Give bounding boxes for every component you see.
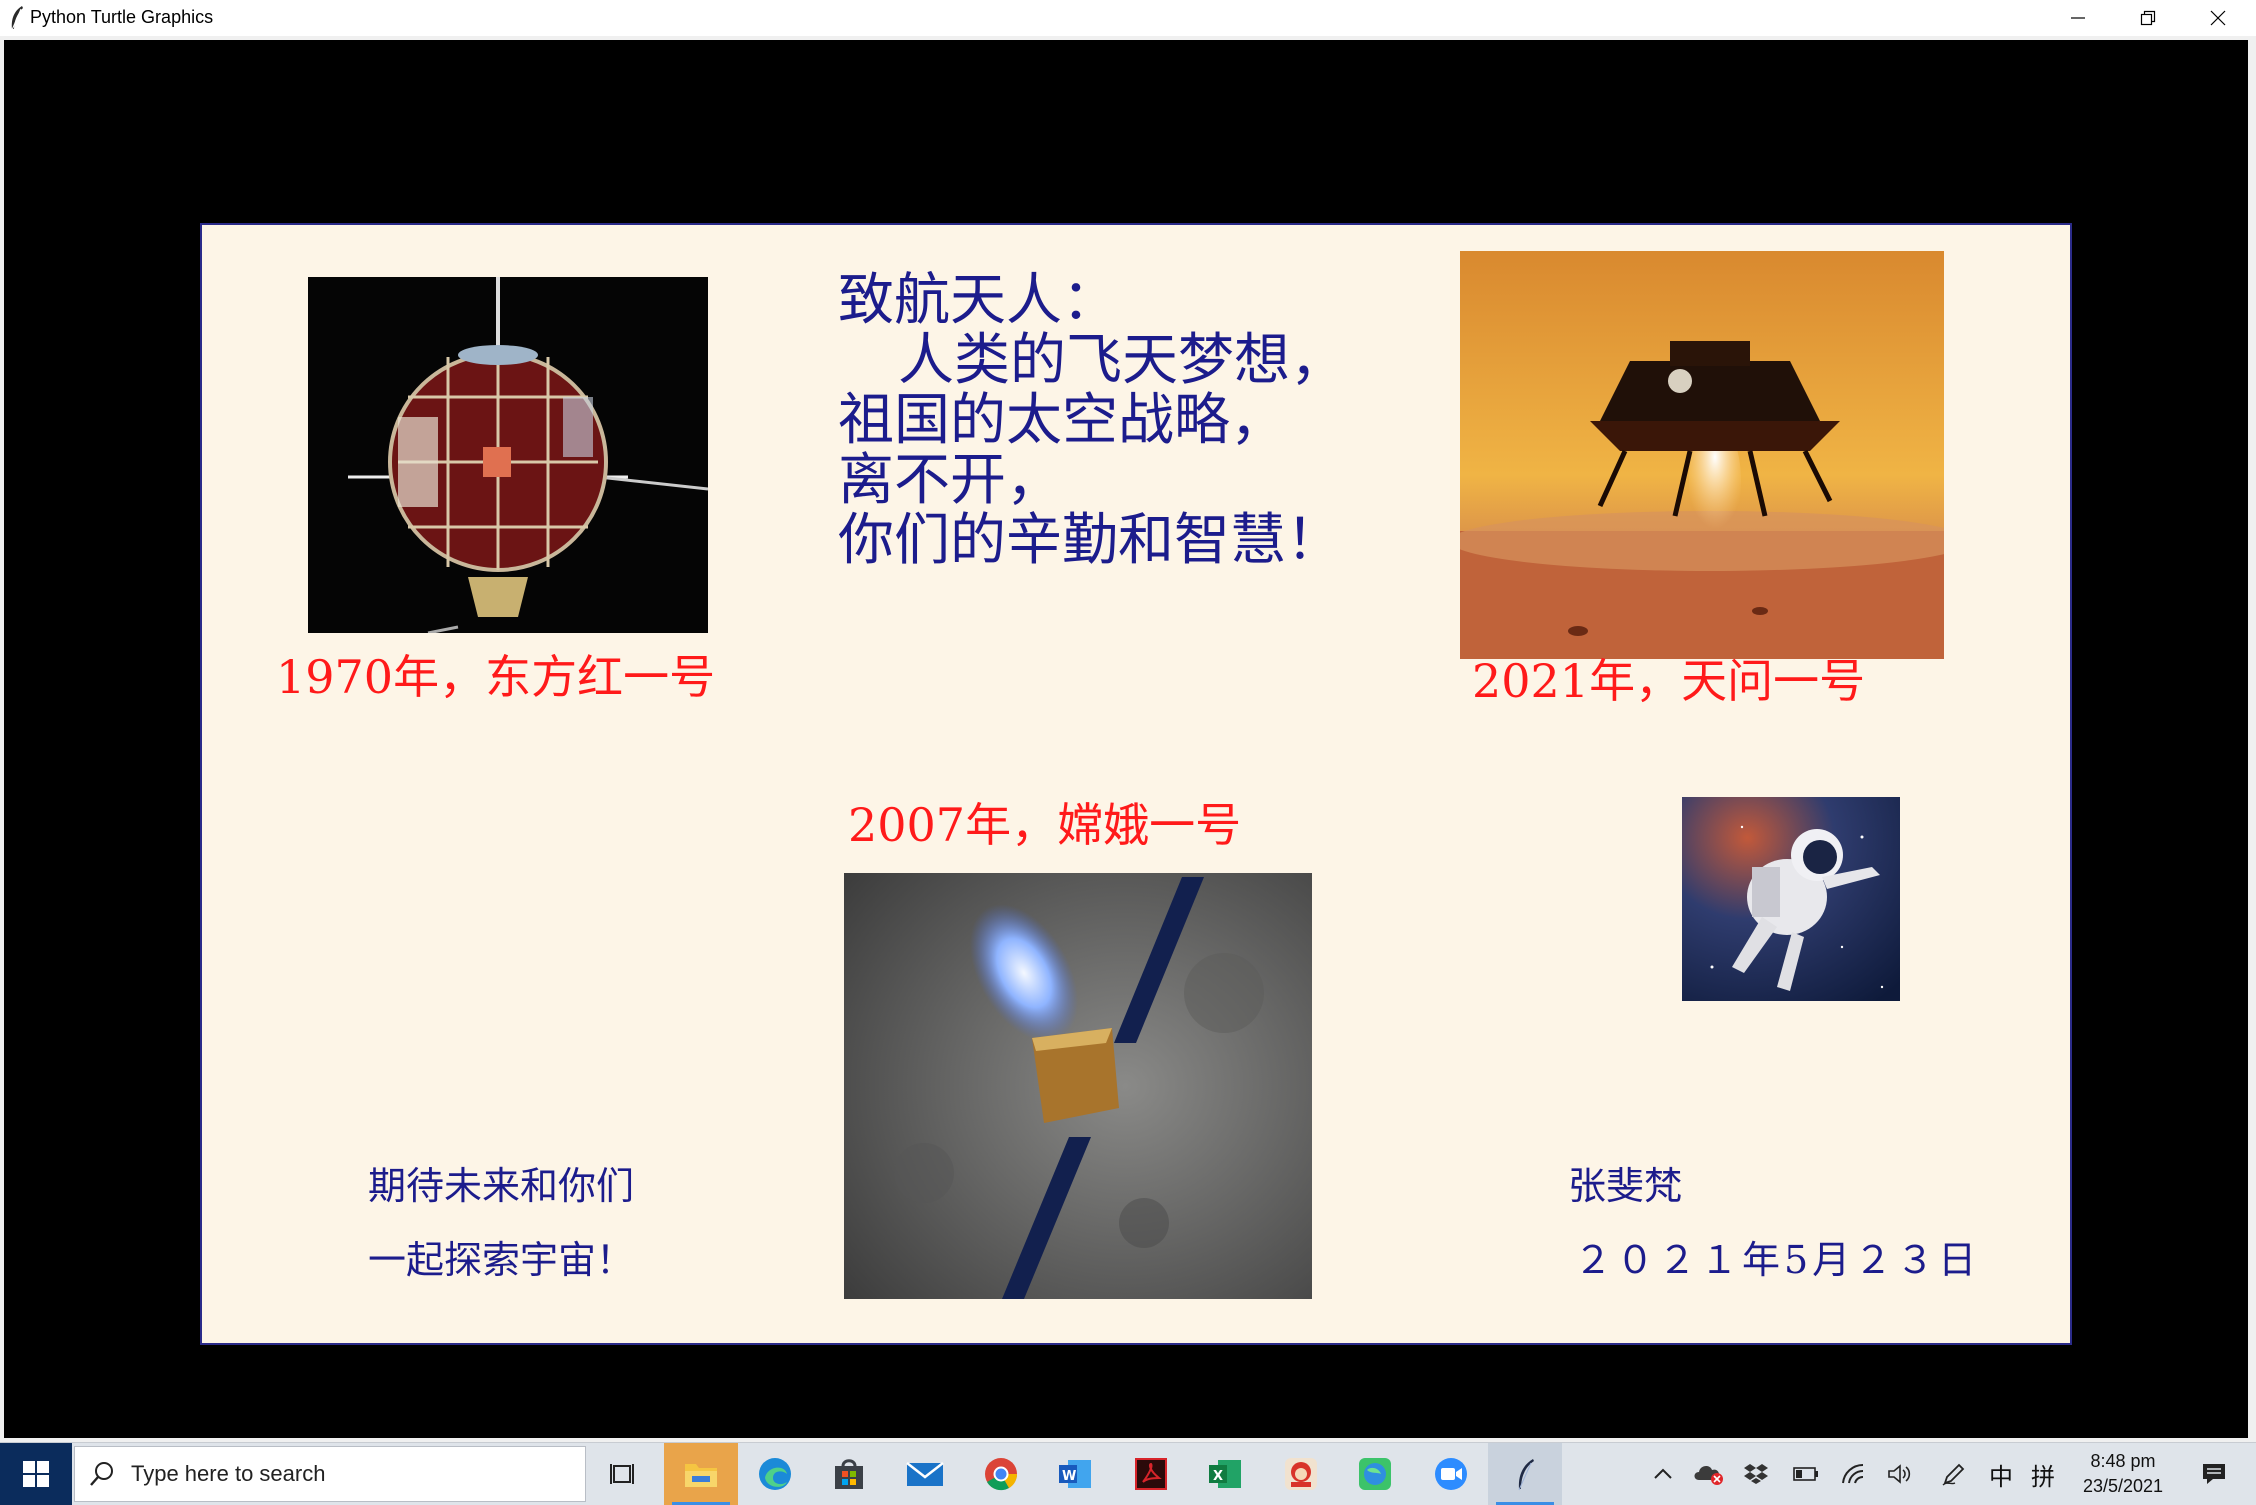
close-icon — [2210, 10, 2226, 26]
edge-icon — [759, 1458, 791, 1490]
notification-icon — [2203, 1464, 2225, 1484]
restore-button[interactable] — [2114, 0, 2182, 36]
store-button[interactable] — [812, 1443, 886, 1505]
cloud-error-icon — [1694, 1466, 1723, 1485]
ime-mode-label: 拼 — [2031, 1462, 2055, 1491]
ime-language-label: 中 — [1989, 1462, 2013, 1491]
python-turtle-icon — [1518, 1459, 1534, 1491]
wifi-icon — [1842, 1463, 1864, 1484]
wifi-tray[interactable] — [1836, 1443, 1872, 1505]
signature-date: ２０２１年5月２３日 — [1574, 1238, 1981, 1282]
poem-line-1: 致航天人： — [838, 268, 1118, 333]
action-center-button[interactable] — [2188, 1443, 2240, 1505]
task-view-button[interactable] — [586, 1443, 660, 1505]
windows-logo-icon — [23, 1461, 49, 1487]
svg-text:W: W — [1062, 1469, 1076, 1484]
restore-icon — [2140, 10, 2156, 26]
file-explorer-icon — [685, 1464, 717, 1487]
acrobat-icon — [1135, 1458, 1167, 1490]
author-name: 张斐梵 — [1568, 1164, 1683, 1208]
search-icon — [90, 1462, 113, 1486]
store-icon — [835, 1459, 863, 1489]
poem-block: 致航天人： 人类的飞天梦想， 祖国的太空战略， 离不开， 你们的辛勤和智慧！ — [838, 271, 1346, 571]
maps-button[interactable] — [1338, 1443, 1412, 1505]
caption-change: 2007年，嫦娥一号 — [848, 798, 1242, 852]
zoom-icon — [1435, 1458, 1467, 1490]
maps-icon — [1359, 1458, 1391, 1490]
pen-icon — [1942, 1463, 1965, 1486]
window-title: Python Turtle Graphics — [30, 7, 214, 27]
clock-date: 23/5/2021 — [2082, 1476, 2164, 1496]
ime-mode-indicator[interactable]: 拼 — [2026, 1443, 2060, 1505]
word-icon: W — [1059, 1460, 1091, 1488]
poem-line-5: 你们的辛勤和智慧！ — [838, 508, 1342, 573]
mail-button[interactable] — [888, 1443, 962, 1505]
dropbox-icon — [1744, 1464, 1768, 1484]
edge-button[interactable] — [738, 1443, 812, 1505]
window-title-bar[interactable]: Python Turtle Graphics — [0, 0, 2256, 36]
caption-dongfanghong: 1970年，东方红一号 — [276, 650, 716, 704]
taskbar-search-box[interactable]: Type here to search — [74, 1446, 586, 1502]
python-turtle-button[interactable] — [1488, 1443, 1562, 1505]
feather-icon — [8, 5, 26, 31]
word-button[interactable]: W — [1038, 1443, 1112, 1505]
show-hidden-icons-button[interactable] — [1646, 1443, 1680, 1505]
start-button[interactable] — [0, 1443, 72, 1505]
battery-tray[interactable] — [1788, 1443, 1824, 1505]
battery-icon — [1793, 1467, 1818, 1481]
ime-language-indicator[interactable]: 中 — [1984, 1443, 2018, 1505]
file-explorer-button[interactable] — [664, 1443, 738, 1505]
game-button[interactable] — [1264, 1443, 1338, 1505]
poem-line-2: 人类的飞天梦想， — [898, 328, 1346, 393]
speaker-icon — [1888, 1464, 1911, 1484]
pen-tray[interactable] — [1936, 1443, 1972, 1505]
clock-time: 8:48 pm — [2090, 1451, 2156, 1471]
minimize-button[interactable] — [2044, 0, 2112, 36]
poem-line-3: 祖国的太空战略， — [838, 388, 1286, 453]
task-view-icon — [610, 1464, 634, 1484]
change-satellite-image — [844, 873, 1312, 1299]
closing-line-1: 期待未来和你们 — [368, 1164, 635, 1208]
minimize-icon — [2071, 17, 2085, 19]
caption-tianwen: 2021年，天问一号 — [1472, 654, 1866, 708]
close-button[interactable] — [2184, 0, 2252, 36]
acrobat-button[interactable] — [1114, 1443, 1188, 1505]
svg-text:X: X — [1213, 1469, 1223, 1484]
search-placeholder: Type here to search — [131, 1461, 326, 1486]
taskbar: Type here to search W X 中 拼 8:48 pm 23/5… — [0, 1442, 2256, 1505]
excel-button[interactable]: X — [1188, 1443, 1262, 1505]
zoom-button[interactable] — [1414, 1443, 1488, 1505]
excel-icon: X — [1209, 1460, 1241, 1488]
turtle-canvas[interactable]: 1970年，东方红一号 致航天人： 人类的飞天梦想， 祖国的太空战略， 离不开，… — [4, 40, 2248, 1438]
game-icon — [1285, 1458, 1317, 1490]
dropbox-tray[interactable] — [1738, 1443, 1774, 1505]
tianwen-lander-image — [1460, 251, 1944, 659]
closing-line-2: 一起探索宇宙！ — [368, 1238, 635, 1282]
greeting-card: 1970年，东方红一号 致航天人： 人类的飞天梦想， 祖国的太空战略， 离不开，… — [200, 223, 2072, 1345]
chrome-button[interactable] — [964, 1443, 1038, 1505]
astronaut-image — [1682, 797, 1900, 1001]
mail-icon — [906, 1462, 944, 1486]
dongfanghong-satellite-image — [308, 277, 708, 633]
taskbar-clock[interactable]: 8:48 pm 23/5/2021 — [2068, 1449, 2178, 1499]
chrome-icon — [985, 1458, 1018, 1491]
volume-tray[interactable] — [1882, 1443, 1918, 1505]
chevron-up-icon — [1654, 1468, 1672, 1479]
onedrive-tray[interactable] — [1690, 1443, 1728, 1505]
poem-line-4: 离不开， — [838, 448, 1062, 513]
